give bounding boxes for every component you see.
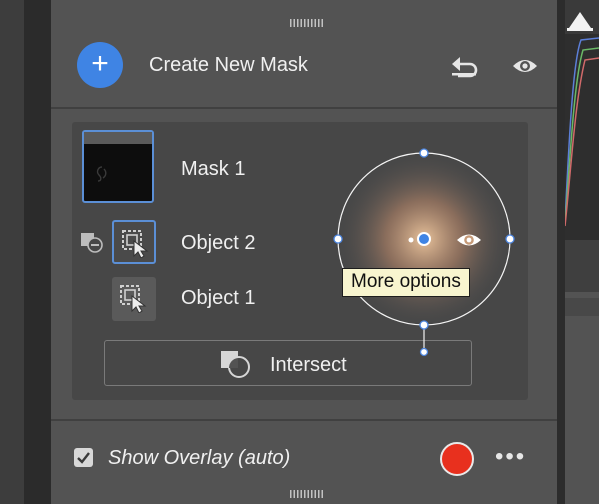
masks-panel: + Create New Mask Mask 1 Object 2 Object…	[51, 0, 557, 504]
right-side-panel	[565, 0, 599, 504]
create-mask-button[interactable]: +	[77, 42, 123, 88]
subtract-icon[interactable]	[80, 232, 104, 254]
show-overlay-checkbox[interactable]	[74, 448, 93, 467]
right-panel-section	[565, 298, 599, 316]
object-select-icon	[122, 230, 149, 258]
overlay-footer: Show Overlay (auto) •••	[51, 421, 557, 490]
mask-card: Mask 1 Object 2 Object 1 Intersect	[72, 122, 528, 400]
histogram-curves	[565, 37, 599, 227]
histogram	[565, 0, 599, 240]
object-1-thumbnail[interactable]	[112, 277, 156, 321]
intersect-label: Intersect	[270, 354, 347, 376]
object-1-name[interactable]: Object 1	[181, 287, 255, 310]
panel-divider	[557, 0, 565, 504]
intersect-icon	[221, 351, 250, 378]
checkmark-icon	[77, 452, 90, 464]
mask-name[interactable]: Mask 1	[181, 158, 245, 181]
object-2-thumbnail[interactable]	[112, 220, 156, 264]
eye-icon[interactable]	[512, 56, 538, 76]
intersect-button[interactable]: Intersect	[104, 340, 472, 386]
panel-resize-grip-bottom[interactable]	[290, 490, 324, 498]
panel-header: + Create New Mask	[51, 34, 557, 106]
workspace-gutter	[0, 0, 24, 504]
thumbnail-band	[84, 132, 152, 144]
overlay-color-swatch[interactable]	[440, 442, 474, 476]
panel-resize-grip-top[interactable]	[290, 19, 324, 27]
left-panel-strip	[24, 0, 51, 504]
right-panel-section	[565, 240, 599, 292]
ellipsis-icon[interactable]: •••	[495, 443, 526, 471]
object-2-name[interactable]: Object 2	[181, 232, 255, 255]
create-mask-title[interactable]: Create New Mask	[149, 54, 308, 77]
divider	[51, 107, 557, 109]
mask-shape-icon	[96, 166, 107, 182]
show-overlay-label[interactable]: Show Overlay (auto)	[108, 447, 290, 470]
reset-icon[interactable]	[450, 54, 480, 78]
more-options-tooltip: More options	[342, 268, 470, 297]
mask-thumbnail[interactable]	[82, 130, 154, 203]
object-select-icon	[120, 285, 147, 313]
plus-icon: +	[91, 47, 109, 80]
